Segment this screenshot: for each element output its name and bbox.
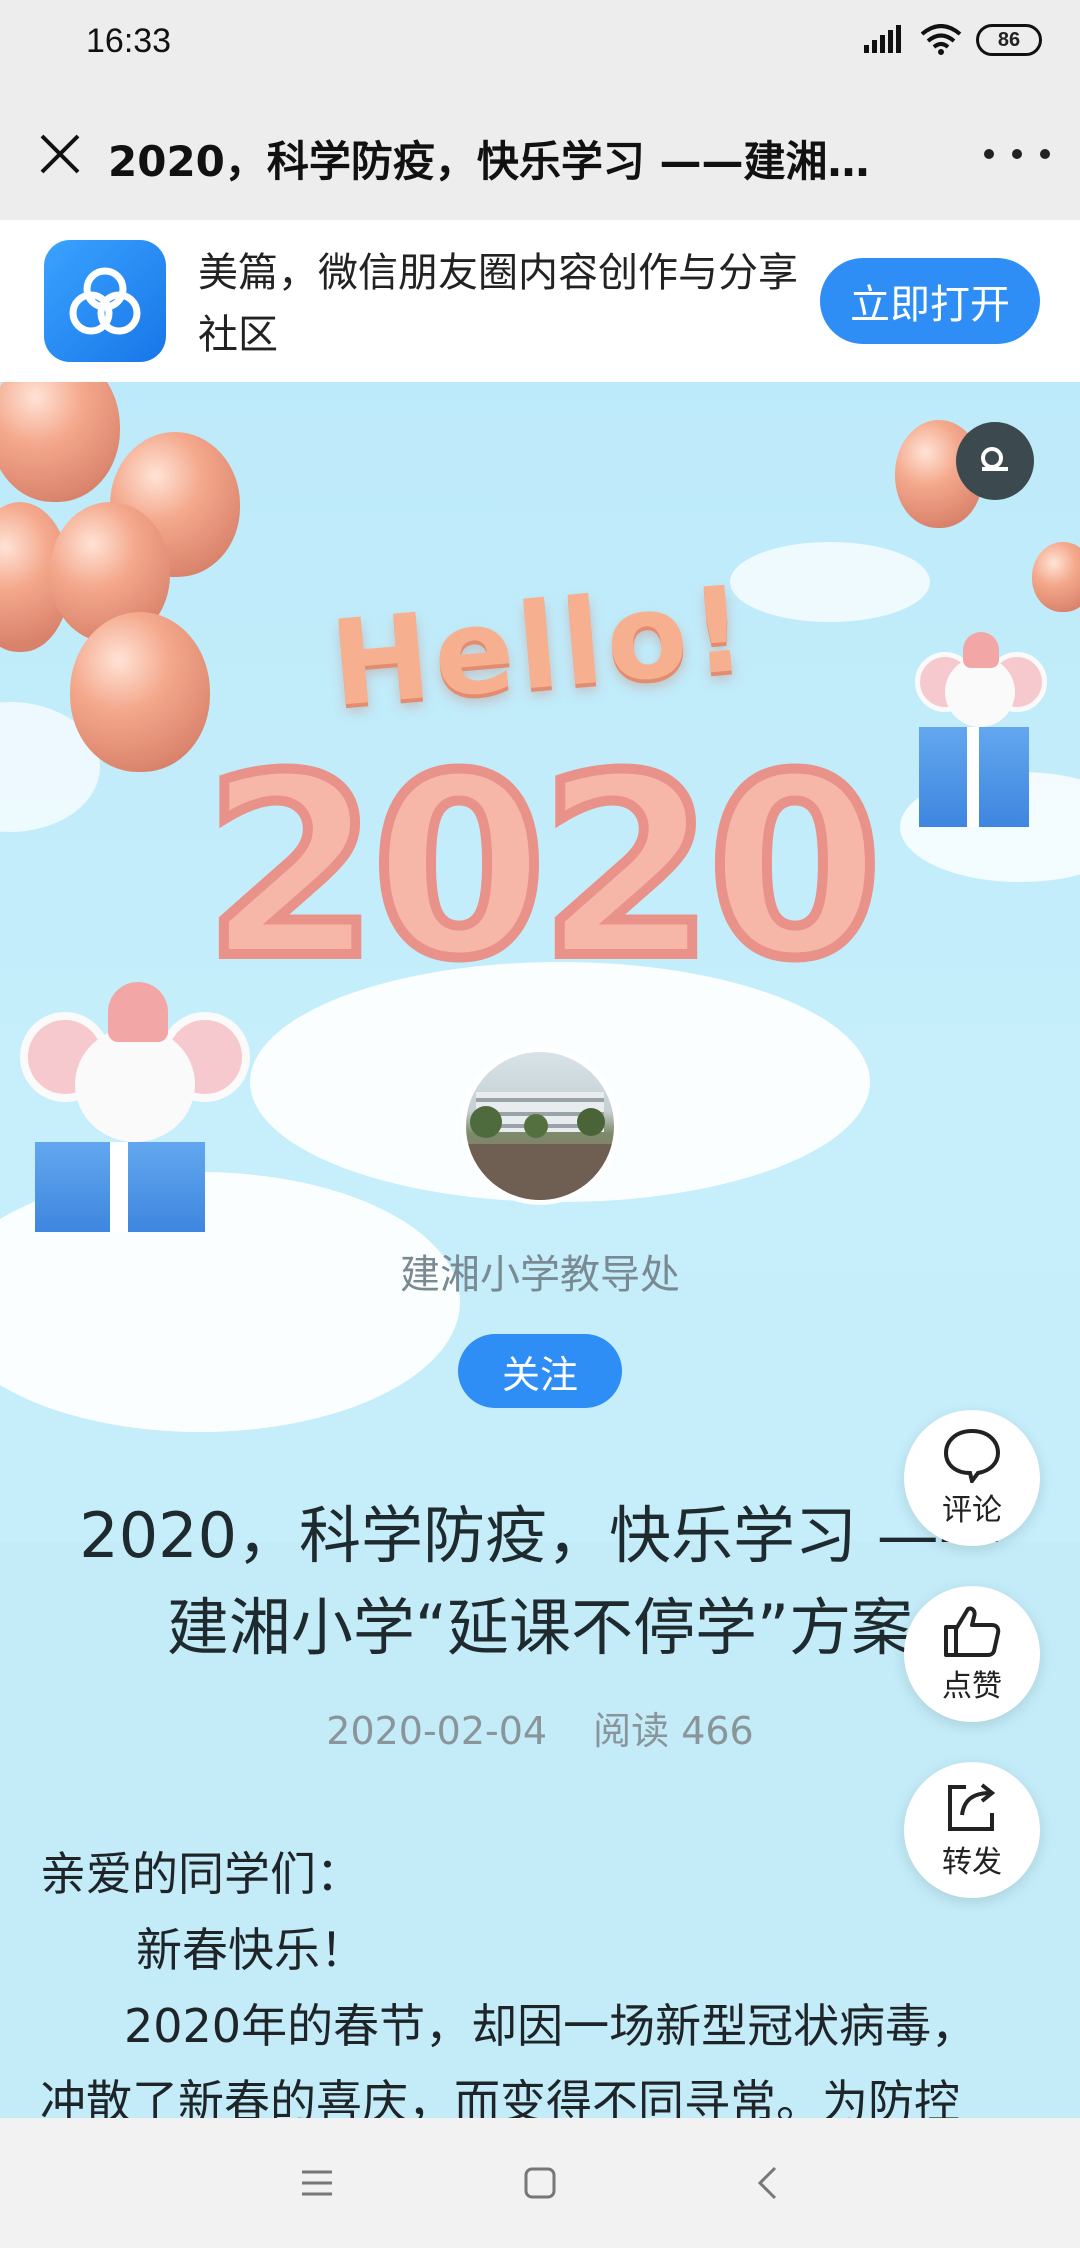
hero-banner: Hello! 2020 建湘小学教导处 关注	[0, 382, 1080, 1542]
read-count: 阅读 466	[593, 1709, 754, 1753]
share-button[interactable]: 转发	[904, 1762, 1040, 1898]
status-icons: 86	[862, 24, 1042, 56]
menu-icon	[302, 2170, 332, 2196]
balloon-decoration	[0, 382, 120, 502]
author-name[interactable]: 建湘小学教导处	[0, 1242, 1080, 1300]
share-icon	[948, 1783, 996, 1831]
page-title: 2020，科学防疫，快乐学习 ——建湘…	[108, 137, 870, 186]
comment-label: 评论	[942, 1493, 1002, 1528]
thumbs-up-icon	[944, 1606, 1001, 1657]
meipian-logo-icon	[44, 240, 166, 362]
home-key[interactable]	[515, 2158, 565, 2208]
system-nav-bar	[0, 2118, 1080, 2248]
menu-key[interactable]	[292, 2158, 342, 2208]
follow-button[interactable]: 关注	[458, 1334, 622, 1408]
mouse-illustration	[20, 982, 260, 1242]
more-dot-icon	[984, 149, 994, 159]
battery-indicator: 86	[976, 24, 1042, 56]
more-dot-icon	[1040, 149, 1050, 159]
more-dot-icon	[1012, 149, 1022, 159]
article-date: 2020-02-04	[326, 1709, 548, 1753]
close-icon	[40, 134, 80, 174]
article-body: 亲爱的同学们： 新春快乐！ 2020年的春节，却因一场新型冠状病毒， 冲散了新春…	[40, 1836, 1050, 2140]
search-icon	[981, 447, 1008, 471]
nav-bar: 2020，科学防疫，快乐学习 ——建湘…	[0, 88, 1080, 220]
article-meta: 2020-02-04 阅读 466	[0, 1700, 1080, 1755]
comment-icon	[943, 1428, 1001, 1483]
app-promo-banner: 美篇，微信朋友圈内容创作与分享社区 立即打开	[0, 220, 1080, 382]
share-label: 转发	[942, 1845, 1002, 1880]
like-button[interactable]: 点赞	[904, 1586, 1040, 1722]
signal-icon	[864, 25, 901, 53]
article-paragraph: 新春快乐！	[136, 1923, 366, 1977]
back-key[interactable]	[742, 2158, 792, 2208]
status-time: 16:33	[86, 22, 172, 60]
app-description: 美篇，微信朋友圈内容创作与分享社区	[198, 250, 798, 358]
open-app-button[interactable]: 立即打开	[820, 258, 1040, 344]
article-title: 2020，科学防疫，快乐学习 —— 建湘小学“延课不停学”方案	[79, 1499, 1001, 1664]
back-icon	[757, 2166, 777, 2200]
article-paragraph: 亲爱的同学们：	[40, 1847, 362, 1901]
search-float-button[interactable]	[956, 422, 1034, 500]
mouse-illustration	[915, 632, 1047, 832]
author-avatar[interactable]	[461, 1047, 619, 1205]
wifi-icon	[920, 24, 962, 55]
more-options-button[interactable]	[984, 134, 1050, 174]
close-button[interactable]	[30, 124, 90, 184]
status-bar: 16:33 86	[0, 0, 1080, 88]
article-paragraph: 2020年的春节，却因一场新型冠状病毒，	[124, 1999, 978, 2053]
like-label: 点赞	[942, 1669, 1002, 1704]
comment-button[interactable]: 评论	[904, 1410, 1040, 1546]
home-icon	[524, 2167, 556, 2199]
